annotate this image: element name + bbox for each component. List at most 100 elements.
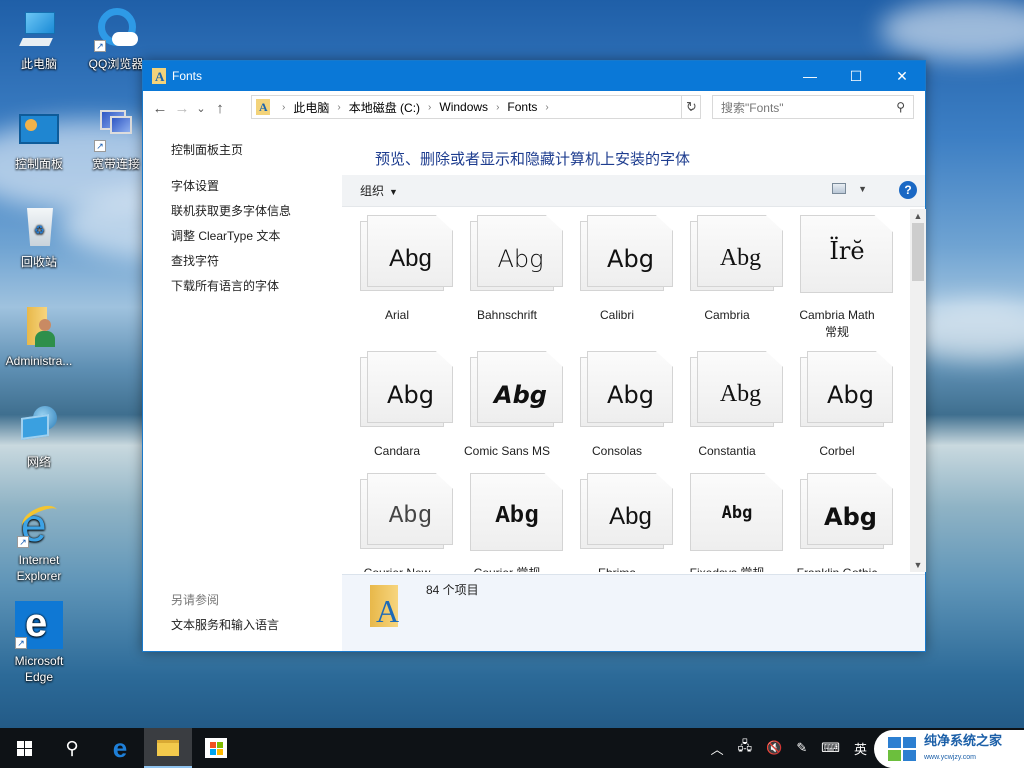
minimize-button[interactable]: —	[787, 61, 833, 91]
ie-icon: e ↗	[17, 500, 62, 548]
touch-keyboard-icon[interactable]: ⌨	[821, 740, 840, 756]
font-name-label: Franklin Gothic	[782, 565, 892, 572]
breadcrumb-fonts[interactable]: Fonts	[507, 100, 537, 114]
shortcut-arrow-icon: ↗	[15, 637, 27, 649]
chevron-right-icon[interactable]: ›	[496, 102, 499, 113]
font-file-icon: Abg	[800, 473, 894, 551]
show-hidden-icons-button[interactable]: ︿	[711, 739, 724, 758]
start-button[interactable]	[0, 728, 48, 768]
user-folder-icon	[17, 305, 61, 349]
desktop-icon-this-pc[interactable]: 此电脑	[1, 8, 77, 72]
refresh-button[interactable]: ↻	[681, 95, 701, 119]
breadcrumb-this-pc[interactable]: 此电脑	[293, 99, 329, 116]
desktop-icon-microsoft-edge[interactable]: e ↗ Microsoft Edge	[1, 601, 77, 685]
title-bar[interactable]: Fonts — ☐ ✕	[143, 61, 925, 91]
font-sample-preview: Abg	[827, 381, 874, 409]
volume-muted-icon[interactable]: 🔇	[766, 740, 782, 756]
font-sample-preview: Abg	[824, 503, 877, 531]
font-name-label: Consolas	[591, 444, 643, 458]
back-button[interactable]: ←	[149, 97, 171, 119]
font-name-label: Comic Sans MS	[463, 444, 551, 458]
network-icon	[17, 406, 61, 450]
watermark-text: 纯净系统之家 www.ycwjzy.com	[924, 732, 1003, 765]
input-method-indicator[interactable]: 英	[854, 739, 867, 758]
taskbar-store[interactable]	[192, 728, 240, 768]
item-count: 84 个项目	[426, 583, 479, 597]
broadband-icon: ↗	[94, 108, 138, 152]
adjust-cleartype-link[interactable]: 调整 ClearType 文本	[171, 227, 280, 244]
caret-down-icon: ▼	[858, 183, 867, 194]
desktop-icon-label: Internet Explorer	[16, 553, 62, 583]
organize-button[interactable]: 组织 ▼	[360, 182, 398, 199]
font-sample-preview: Abg	[719, 245, 762, 271]
search-button[interactable]: ⚲	[48, 728, 96, 768]
font-file-icon: Abg	[580, 473, 674, 551]
taskbar: ⚲ e ︿ 🖧 🔇 ✎ ⌨ 英 纯净系统之家 www.ycwjzy.com	[0, 728, 1024, 768]
font-sample-preview: Abg	[388, 503, 433, 530]
help-button[interactable]: ?	[899, 181, 917, 199]
see-also-title: 另请参阅	[171, 593, 220, 607]
search-icon[interactable]: ⚲	[896, 100, 905, 114]
scroll-up-icon[interactable]: ▲	[910, 209, 926, 223]
change-view-button[interactable]: ▼	[832, 183, 867, 194]
store-icon	[205, 738, 227, 758]
details-pane: 84 个项目	[342, 574, 925, 651]
font-name-label: Constantia	[698, 444, 756, 458]
close-button[interactable]: ✕	[879, 61, 925, 91]
command-bar: 组织 ▼ ▼ ?	[342, 175, 925, 207]
font-sample-preview: Abg	[389, 245, 432, 272]
watermark-title: 纯净系统之家	[924, 732, 1003, 748]
font-name-label: Fixedsys 常规	[672, 565, 782, 572]
find-character-link[interactable]: 查找字符	[171, 252, 219, 269]
font-settings-link[interactable]: 字体设置	[171, 177, 219, 194]
forward-button[interactable]: →	[171, 97, 193, 119]
font-sample-preview: Abg	[607, 381, 654, 409]
desktop-icon-label: Microsoft Edge	[14, 654, 64, 684]
font-name-label: Arial	[384, 308, 409, 322]
search-placeholder: 搜索"Fonts"	[721, 100, 784, 115]
desktop-icon-control-panel[interactable]: 控制面板	[1, 108, 77, 172]
scrollbar-thumb[interactable]	[912, 223, 924, 281]
font-file-icon: Abg	[690, 215, 784, 293]
text-services-link[interactable]: 文本服务和输入语言	[171, 616, 279, 633]
desktop-icon-administrator[interactable]: Administra...	[1, 305, 77, 369]
vertical-scrollbar[interactable]: ▲ ▼	[910, 209, 926, 572]
address-bar[interactable]: › 此电脑 › 本地磁盘 (C:) › Windows › Fonts › ⌄	[251, 95, 701, 119]
chevron-right-icon[interactable]: ›	[282, 102, 285, 113]
scroll-down-icon[interactable]: ▼	[910, 558, 926, 572]
maximize-button[interactable]: ☐	[833, 61, 879, 91]
pen-icon[interactable]: ✎	[796, 740, 807, 756]
breadcrumb-local-disk[interactable]: 本地磁盘 (C:)	[349, 99, 420, 116]
font-name-label: Candara	[373, 444, 421, 458]
edge-icon: e ↗	[15, 601, 63, 649]
desktop-icon-network[interactable]: 网络	[1, 406, 77, 470]
taskbar-edge[interactable]: e	[96, 728, 144, 768]
watermark-logo-icon	[888, 737, 918, 761]
fonts-folder-icon	[152, 68, 166, 85]
desktop-icon-internet-explorer[interactable]: e ↗ Internet Explorer	[1, 500, 77, 584]
windows-logo-icon	[16, 740, 32, 756]
taskbar-file-explorer[interactable]	[144, 728, 192, 768]
this-pc-icon	[17, 8, 61, 52]
breadcrumb-windows[interactable]: Windows	[439, 100, 488, 114]
network-status-icon[interactable]: 🖧	[738, 737, 753, 759]
up-button[interactable]: ↑	[209, 97, 231, 119]
chevron-right-icon[interactable]: ›	[428, 102, 431, 113]
chevron-right-icon[interactable]: ›	[545, 102, 548, 113]
font-name-label: Ebrima	[562, 565, 672, 572]
desktop-icon-label: 回收站	[20, 255, 57, 269]
search-input[interactable]: 搜索"Fonts" ⚲	[712, 95, 914, 119]
view-icon	[832, 183, 847, 194]
control-panel-home-link[interactable]: 控制面板主页	[171, 141, 243, 158]
desktop-icon-label: 网络	[26, 455, 51, 469]
get-more-font-info-link[interactable]: 联机获取更多字体信息	[171, 202, 291, 219]
fonts-folder-icon	[256, 99, 270, 115]
font-file-icon: Abg	[800, 351, 894, 429]
recent-locations-button[interactable]: ⌄	[193, 97, 209, 119]
desktop-icon-recycle-bin[interactable]: ♻ 回收站	[1, 206, 77, 270]
download-all-fonts-link[interactable]: 下载所有语言的字体	[171, 277, 279, 294]
font-file-icon: Abg	[690, 351, 784, 429]
chevron-right-icon[interactable]: ›	[337, 102, 340, 113]
font-sample-preview: Abg	[721, 503, 753, 523]
font-name-label: Courier 常规	[452, 565, 562, 572]
